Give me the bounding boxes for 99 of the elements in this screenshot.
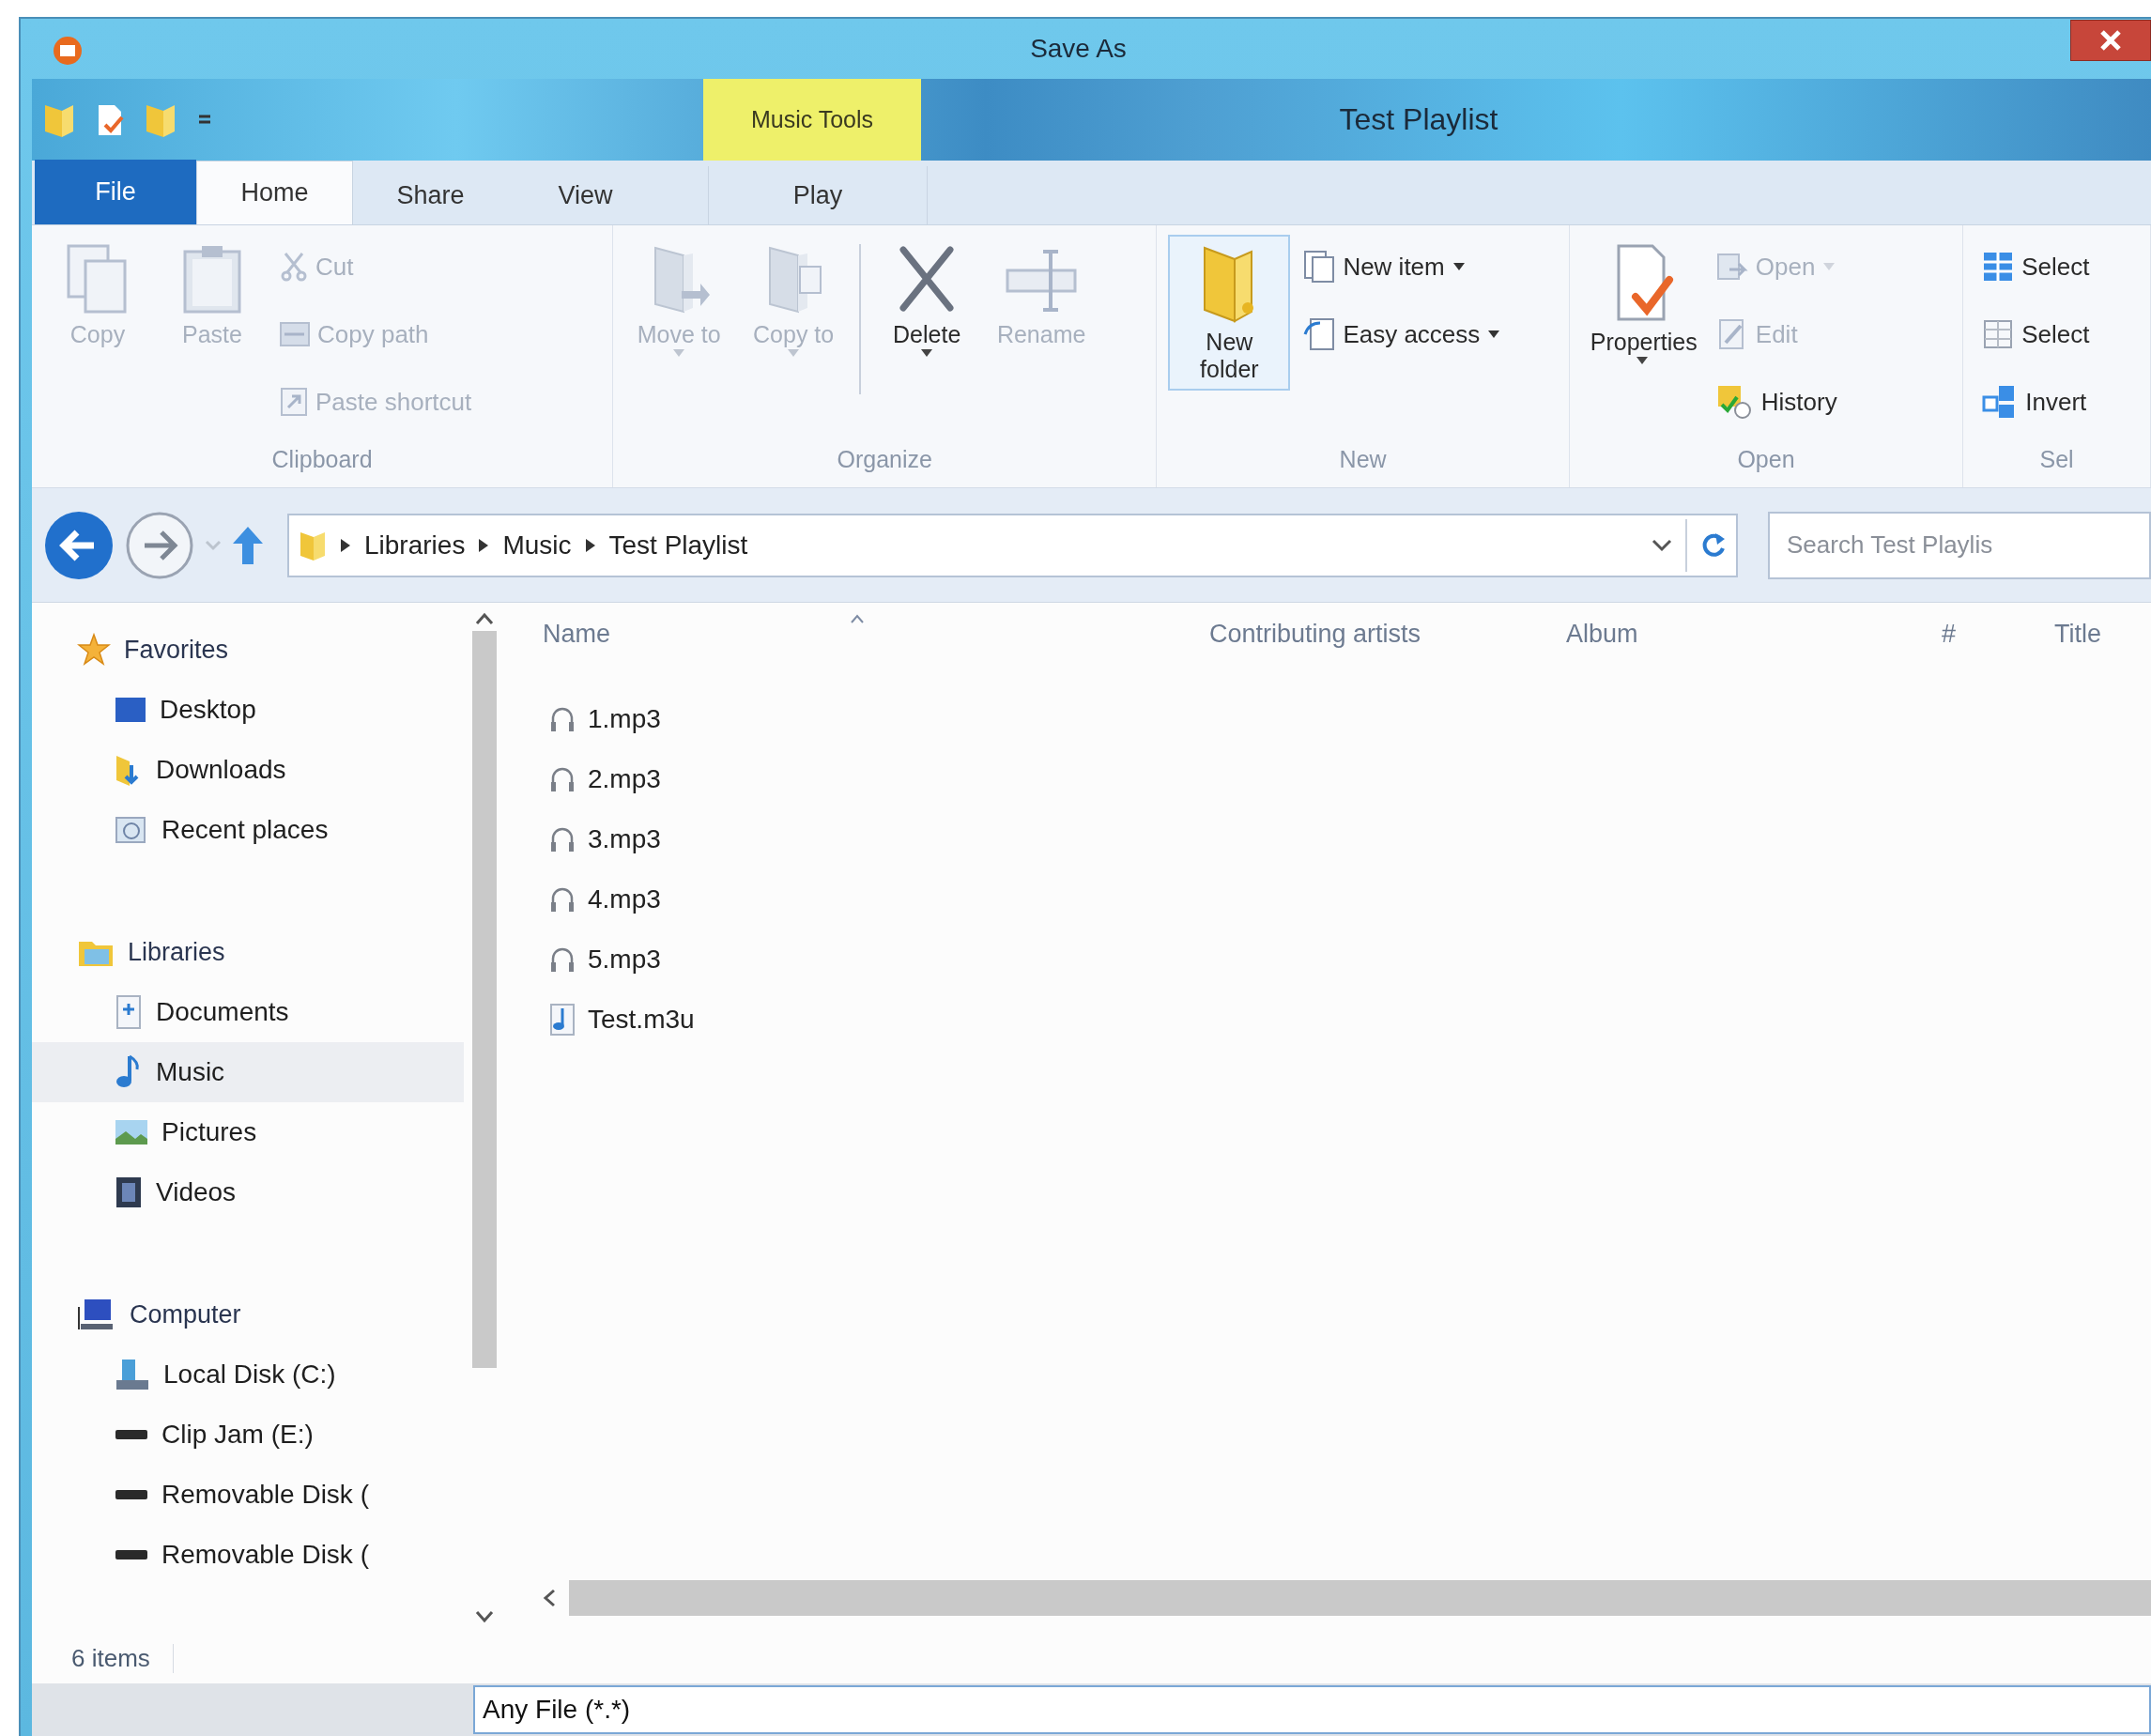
- document-icon: [115, 994, 143, 1030]
- window-title: Test Playlist: [1339, 102, 1499, 137]
- drive-icon: [115, 1547, 148, 1562]
- path-icon: [280, 321, 310, 347]
- chevron-right-icon[interactable]: [478, 537, 490, 553]
- file-type-dropdown[interactable]: Any File (*.*): [473, 1685, 2151, 1734]
- desktop-icon: [115, 696, 146, 724]
- picture-icon: [115, 1118, 148, 1146]
- file-name[interactable]: 2.mp3: [588, 764, 661, 794]
- star-icon: [77, 633, 111, 667]
- scroll-up-icon[interactable]: [475, 612, 494, 625]
- drive-icon: [115, 1358, 150, 1391]
- shortcut-icon: [280, 387, 308, 417]
- grid-outline-icon: [1982, 318, 2015, 350]
- ribbon-group-label: Sel: [2038, 445, 2075, 474]
- nav-item[interactable]: Removable Disk (: [32, 1465, 464, 1525]
- new-item-icon: [1303, 250, 1336, 284]
- file-name[interactable]: 4.mp3: [588, 884, 661, 914]
- ribbon-button[interactable]: Select: [1974, 302, 2097, 366]
- file-name[interactable]: 5.mp3: [588, 945, 661, 975]
- column-header[interactable]: Contributing artists: [1209, 619, 1421, 649]
- close-icon: [2099, 29, 2122, 52]
- ribbon-group-label: Open: [1736, 445, 1796, 474]
- nav-item[interactable]: Documents: [32, 982, 464, 1042]
- ribbon-button[interactable]: Delete: [872, 235, 982, 365]
- scrollbar-thumb[interactable]: [472, 631, 497, 1368]
- file-name[interactable]: Test.m3u: [588, 1005, 695, 1035]
- column-header[interactable]: Name: [543, 619, 611, 649]
- headphones-icon: [548, 885, 576, 914]
- scrollbar-thumb[interactable]: [569, 1580, 2151, 1616]
- column-header[interactable]: Album: [1566, 619, 1638, 649]
- nav-section[interactable]: Favorites: [32, 620, 464, 680]
- page-arrow-icon: [1303, 317, 1336, 351]
- caret-icon: [1452, 262, 1466, 271]
- ribbon-tab[interactable]: Share: [353, 166, 508, 224]
- ribbon-button[interactable]: New item: [1296, 235, 1509, 299]
- headphones-icon: [548, 765, 576, 793]
- ribbon-button[interactable]: Invert: [1974, 370, 2097, 434]
- film-icon: [115, 1175, 143, 1209]
- nav-section[interactable]: Computer: [32, 1284, 464, 1344]
- ribbon-tab[interactable]: View: [508, 166, 663, 224]
- context-tab-group-label: Music Tools: [703, 79, 921, 161]
- recent-places-icon: [115, 814, 148, 846]
- chevron-down-icon[interactable]: [1652, 538, 1672, 552]
- chevron-right-icon[interactable]: [340, 537, 351, 553]
- nav-item[interactable]: Desktop: [32, 680, 464, 740]
- ribbon-tab[interactable]: File: [35, 160, 196, 224]
- scissors-icon: [280, 252, 308, 282]
- file-name[interactable]: 1.mp3: [588, 704, 661, 734]
- caret-icon: [1635, 355, 1649, 365]
- history-icon: [1715, 384, 1754, 420]
- dialog-title: Save As: [1029, 34, 1128, 64]
- nav-item[interactable]: Local Disk (C:): [32, 1344, 464, 1405]
- caret-icon: [787, 347, 801, 358]
- ribbon-button[interactable]: History: [1708, 370, 1845, 434]
- refresh-icon[interactable]: [1700, 530, 1727, 560]
- nav-item[interactable]: Videos: [32, 1162, 464, 1222]
- close-button[interactable]: [2070, 20, 2151, 61]
- headphones-icon: [548, 945, 576, 974]
- breadcrumb[interactable]: Libraries: [364, 530, 466, 561]
- file-name[interactable]: 3.mp3: [588, 824, 661, 854]
- nav-item[interactable]: Removable Disk (: [32, 1525, 464, 1585]
- open-icon: [1715, 251, 1748, 283]
- address-bar[interactable]: Libraries Music Test Playlist: [287, 513, 1738, 577]
- ribbon-tab[interactable]: Play: [708, 166, 928, 224]
- ribbon-button[interactable]: Properties: [1580, 235, 1703, 373]
- chevron-right-icon[interactable]: [584, 537, 596, 553]
- column-header[interactable]: Title: [2054, 619, 2101, 649]
- headphones-icon: [548, 705, 576, 733]
- ribbon-group-label: Clipboard: [270, 445, 374, 474]
- scroll-down-icon[interactable]: [475, 1610, 494, 1623]
- drive-icon: [115, 1427, 148, 1442]
- breadcrumb[interactable]: Music: [502, 530, 572, 561]
- ribbon-button[interactable]: Easy access: [1296, 302, 1509, 366]
- breadcrumb[interactable]: Test Playlist: [608, 530, 748, 561]
- drive-icon: [115, 1487, 148, 1502]
- ribbon-tab[interactable]: Home: [196, 161, 353, 224]
- item-count: 6 items: [71, 1643, 174, 1673]
- nav-item[interactable]: Clip Jam (E:): [32, 1405, 464, 1465]
- nav-item[interactable]: Pictures: [32, 1102, 464, 1162]
- ribbon-group-label: Organize: [836, 445, 933, 474]
- headphones-icon: [548, 825, 576, 853]
- caret-icon: [1487, 330, 1501, 339]
- nav-item[interactable]: Recent places: [32, 800, 464, 860]
- nav-item[interactable]: Downloads: [32, 740, 464, 800]
- ribbon-button[interactable]: New folder: [1168, 235, 1291, 391]
- ribbon-button[interactable]: Select: [1974, 235, 2097, 299]
- nav-section[interactable]: Libraries: [32, 922, 464, 982]
- nav-item[interactable]: Music: [32, 1042, 464, 1102]
- ribbon-group-label: New: [1338, 445, 1388, 474]
- back-icon[interactable]: [43, 509, 115, 581]
- search-field[interactable]: Search Test Playlis: [1768, 511, 2151, 579]
- column-header[interactable]: #: [1942, 619, 1957, 649]
- playlist-icon: [548, 1003, 576, 1037]
- grid-icon: [1982, 251, 2015, 283]
- caret-icon: [1822, 262, 1836, 271]
- caret-icon: [920, 347, 934, 358]
- scroll-left-icon[interactable]: [543, 1589, 556, 1607]
- caret-icon: [672, 347, 686, 358]
